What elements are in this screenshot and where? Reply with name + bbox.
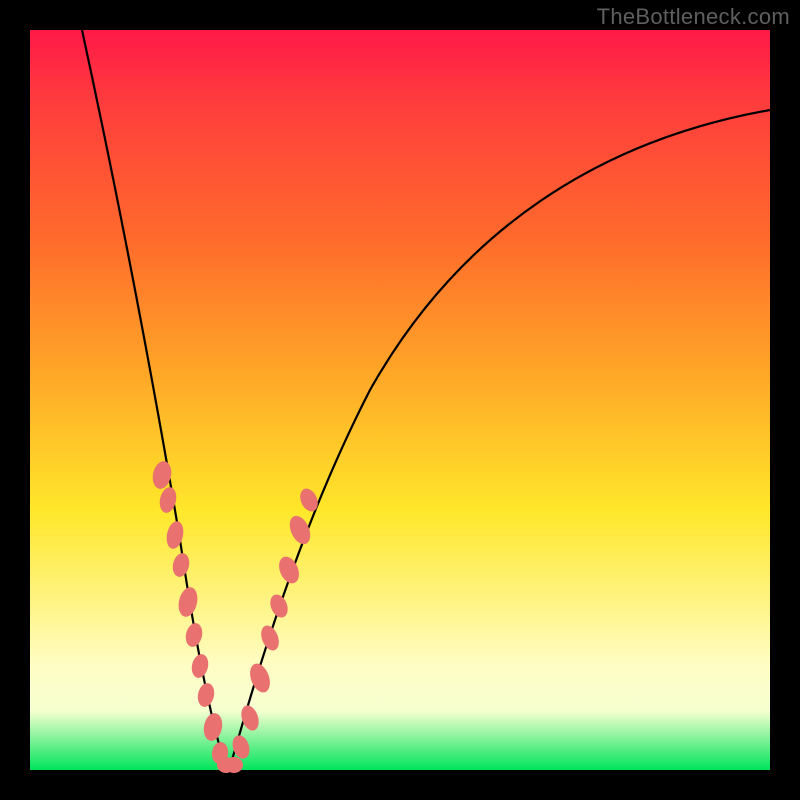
bead <box>190 653 211 680</box>
bead <box>297 486 321 514</box>
bead <box>225 757 243 773</box>
bead <box>246 661 273 695</box>
bead <box>164 520 185 551</box>
beads-right-group <box>225 486 321 773</box>
curve-right-branch <box>230 110 770 767</box>
bead <box>267 592 291 620</box>
chart-svg <box>30 30 770 770</box>
bead <box>171 552 192 579</box>
bead <box>275 554 303 587</box>
bead <box>184 622 205 649</box>
bead <box>258 623 282 653</box>
watermark-text: TheBottleneck.com <box>597 4 790 30</box>
bead <box>201 712 224 743</box>
outer-frame: TheBottleneck.com <box>0 0 800 800</box>
plot-area <box>30 30 770 770</box>
bead <box>176 585 200 618</box>
bead <box>196 682 217 709</box>
bead <box>286 513 315 548</box>
